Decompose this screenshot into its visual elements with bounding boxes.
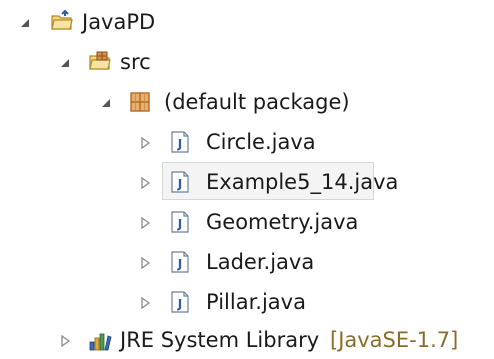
tree-item-library[interactable]: JRE System Library [JavaSE-1.7] — [0, 322, 494, 358]
collapsed-arrow-icon[interactable] — [137, 255, 153, 271]
tree-item-file[interactable]: J Circle.java — [0, 124, 494, 160]
tree-item-label: JRE System Library — [120, 328, 320, 352]
tree-item-src[interactable]: src — [0, 44, 494, 80]
collapsed-arrow-icon[interactable] — [57, 333, 73, 349]
expanded-arrow-icon[interactable] — [57, 55, 73, 71]
tree-item-label: Circle.java — [206, 130, 316, 154]
source-folder-icon — [89, 51, 111, 70]
tree-item-label: JavaPD — [82, 10, 156, 34]
tree-item-label: Lader.java — [206, 250, 315, 274]
package-icon — [130, 92, 150, 112]
tree-item-file-selected[interactable]: J Example5_14.java — [0, 162, 494, 200]
tree-item-file[interactable]: J Lader.java — [0, 244, 494, 280]
svg-text:J: J — [177, 137, 182, 151]
tree-item-default-package[interactable]: (default package) — [0, 84, 494, 120]
tree-item-label: Geometry.java — [206, 210, 359, 234]
java-file-icon: J — [171, 291, 189, 313]
svg-text:J: J — [177, 257, 182, 271]
java-file-icon: J — [171, 171, 189, 193]
project-explorer-tree: JavaPD src (default package) J Circle.ja… — [0, 0, 494, 359]
tree-item-label: Example5_14.java — [206, 170, 399, 194]
java-file-icon: J — [171, 131, 189, 153]
collapsed-arrow-icon[interactable] — [137, 215, 153, 231]
svg-text:J: J — [177, 217, 182, 231]
expanded-arrow-icon[interactable] — [98, 95, 114, 111]
collapsed-arrow-icon[interactable] — [137, 295, 153, 311]
tree-item-label: src — [120, 50, 151, 74]
library-icon — [89, 333, 112, 351]
tree-item-project[interactable]: JavaPD — [0, 4, 494, 40]
tree-item-file[interactable]: J Pillar.java — [0, 284, 494, 320]
java-file-icon: J — [171, 211, 189, 233]
tree-item-label: Pillar.java — [206, 290, 306, 314]
java-file-icon: J — [171, 251, 189, 273]
project-folder-icon — [51, 10, 73, 30]
collapsed-arrow-icon[interactable] — [137, 175, 153, 191]
tree-item-label: (default package) — [164, 90, 350, 114]
svg-text:J: J — [177, 177, 182, 191]
tree-item-suffix: [JavaSE-1.7] — [330, 328, 459, 352]
svg-text:J: J — [177, 297, 182, 311]
tree-item-file[interactable]: J Geometry.java — [0, 204, 494, 240]
expanded-arrow-icon[interactable] — [17, 15, 33, 31]
collapsed-arrow-icon[interactable] — [137, 135, 153, 151]
